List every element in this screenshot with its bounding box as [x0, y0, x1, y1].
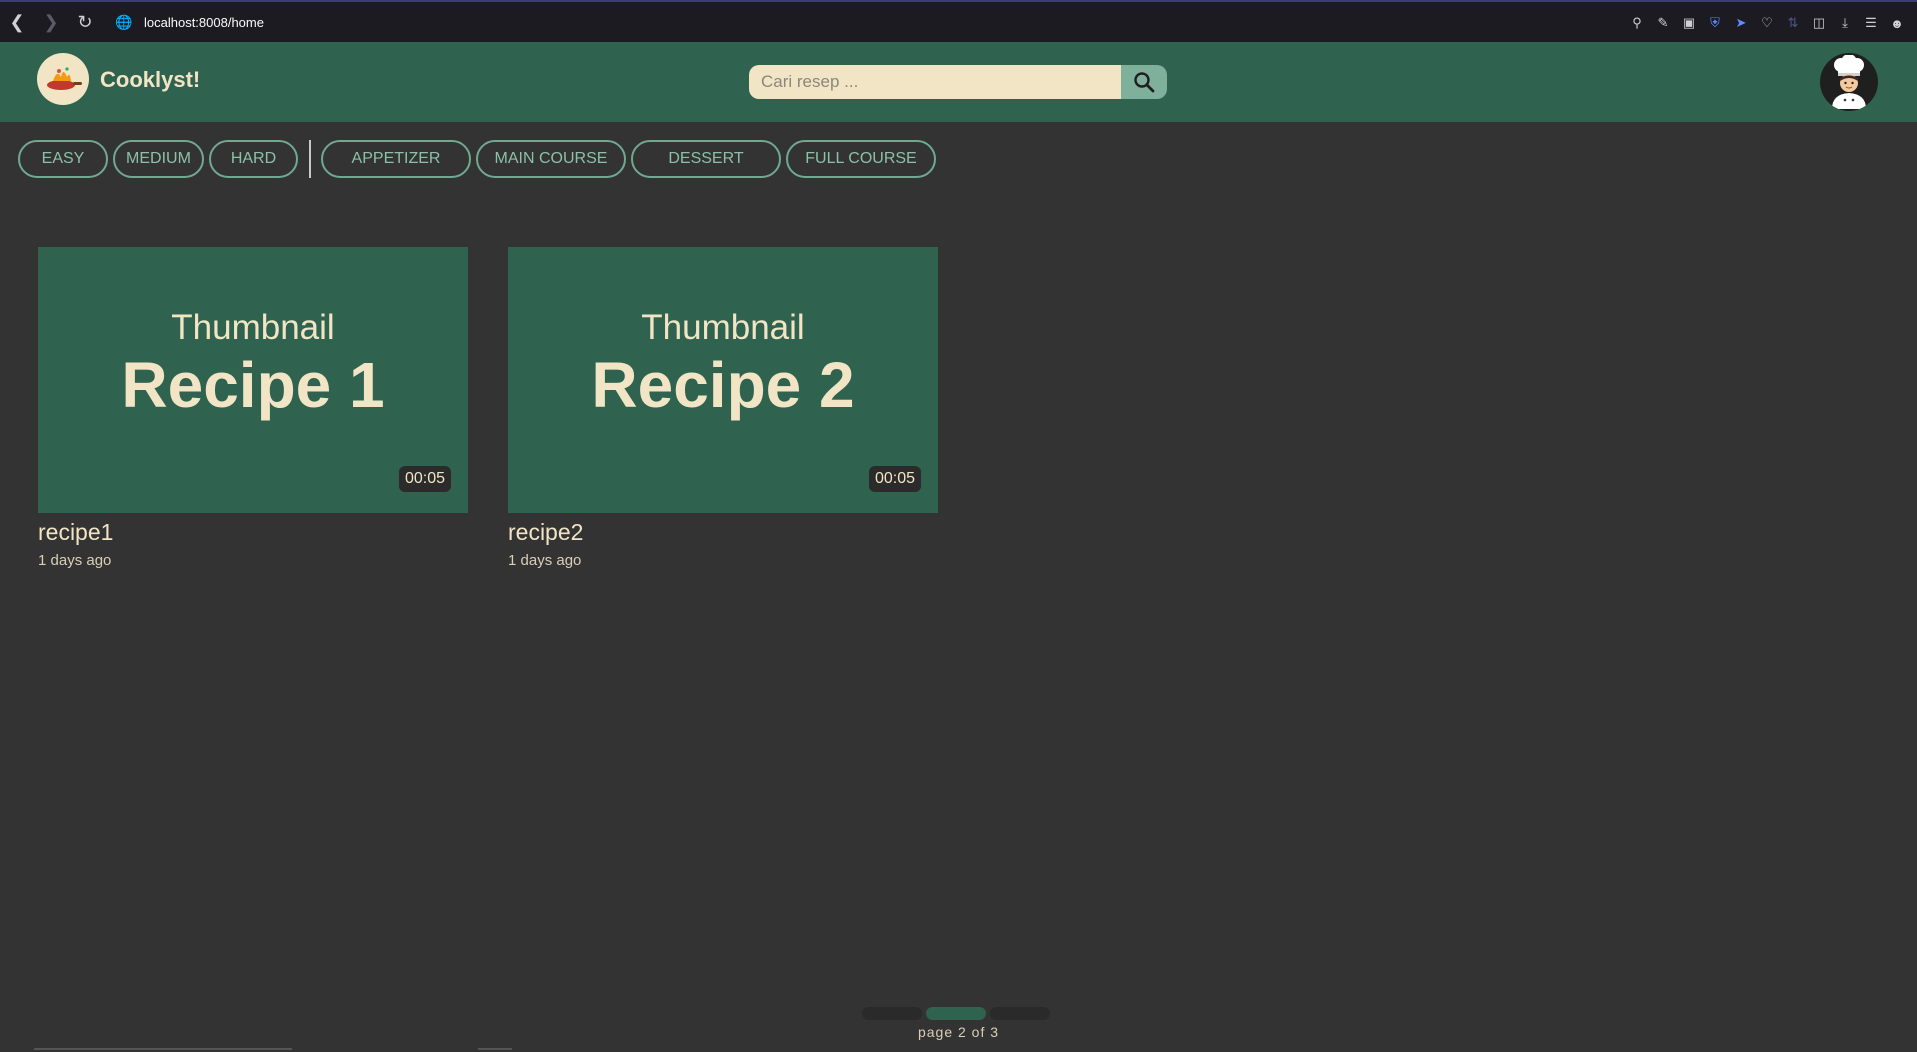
duration-badge: 00:05 [398, 466, 451, 492]
address-bar[interactable]: localhost:8008/home [144, 15, 264, 30]
menu-icon[interactable]: ☰ [1861, 13, 1881, 33]
filter-medium[interactable]: MEDIUM [113, 140, 204, 178]
recipe-date: 1 days ago [508, 552, 582, 569]
page-label: page 2 of 3 [917, 1024, 1000, 1040]
package-icon[interactable]: ◫ [1809, 13, 1829, 33]
chef-icon [1832, 55, 1866, 109]
browser-extensions: ⚲ ✎ ▣ ⛨ ➤ ♡ ⇅ ◫ ⤓ ☰ ☻ [1627, 2, 1907, 44]
brand-name[interactable]: Cooklyst! [100, 67, 200, 93]
download-icon[interactable]: ⤓ [1835, 13, 1855, 33]
thumbnail-label: Thumbnail [171, 308, 335, 347]
recipe-date: 1 days ago [38, 552, 112, 569]
reload-icon[interactable]: ↻ [68, 1, 102, 43]
scrollbar[interactable] [34, 1048, 292, 1050]
scrollbar-segment [478, 1048, 512, 1050]
recipe-title[interactable]: recipe2 [508, 519, 938, 546]
thumbnail-title: Recipe 1 [121, 349, 385, 421]
recipe-title[interactable]: recipe1 [38, 519, 468, 546]
camera-icon[interactable]: ▣ [1679, 13, 1699, 33]
recipe-card[interactable]: Thumbnail Recipe 1 00:05 recipe1 1 days … [38, 247, 468, 569]
zoom-icon[interactable]: ⚲ [1627, 13, 1647, 33]
edit-icon[interactable]: ✎ [1653, 13, 1673, 33]
page-indicator-1[interactable] [862, 1007, 922, 1020]
send-icon[interactable]: ➤ [1731, 13, 1751, 33]
filter-main-course[interactable]: MAIN COURSE [476, 140, 626, 178]
pagination [862, 1007, 1050, 1020]
filter-full-course[interactable]: FULL COURSE [786, 140, 936, 178]
filter-dessert[interactable]: DESSERT [631, 140, 781, 178]
translate-icon[interactable]: ⇅ [1783, 13, 1803, 33]
forward-icon[interactable]: ❯ [34, 1, 68, 43]
browser-toolbar: ❮ ❯ ↻ 🌐 localhost:8008/home ⚲ ✎ ▣ ⛨ ➤ ♡ … [0, 0, 1917, 42]
search-bar [749, 65, 1167, 99]
back-icon[interactable]: ❮ [0, 1, 34, 43]
recipe-thumbnail[interactable]: Thumbnail Recipe 1 00:05 [38, 247, 468, 513]
page-indicator-3[interactable] [990, 1007, 1050, 1020]
filter-bar: EASY MEDIUM HARD APPETIZER MAIN COURSE D… [18, 140, 941, 178]
logo[interactable] [37, 53, 89, 105]
recipe-card[interactable]: Thumbnail Recipe 2 00:05 recipe2 1 days … [508, 247, 938, 569]
chef-avatar[interactable] [1820, 53, 1878, 111]
duration-badge: 00:05 [868, 466, 921, 492]
recipe-thumbnail[interactable]: Thumbnail Recipe 2 00:05 [508, 247, 938, 513]
page-indicator-2[interactable] [926, 1007, 986, 1020]
filter-appetizer[interactable]: APPETIZER [321, 140, 471, 178]
search-icon [1134, 72, 1155, 93]
account-icon[interactable]: ☻ [1887, 13, 1907, 33]
search-button[interactable] [1121, 65, 1167, 99]
thumbnail-label: Thumbnail [641, 308, 805, 347]
heart-icon[interactable]: ♡ [1757, 13, 1777, 33]
filter-divider [309, 140, 311, 178]
cooking-pan-icon [47, 67, 82, 90]
filter-easy[interactable]: EASY [18, 140, 108, 178]
globe-icon: 🌐 [115, 13, 133, 30]
app-header: Cooklyst! [0, 42, 1917, 122]
thumbnail-title: Recipe 2 [591, 349, 855, 421]
filter-hard[interactable]: HARD [209, 140, 298, 178]
shield-icon[interactable]: ⛨ [1705, 13, 1725, 33]
search-input[interactable] [749, 65, 1121, 99]
